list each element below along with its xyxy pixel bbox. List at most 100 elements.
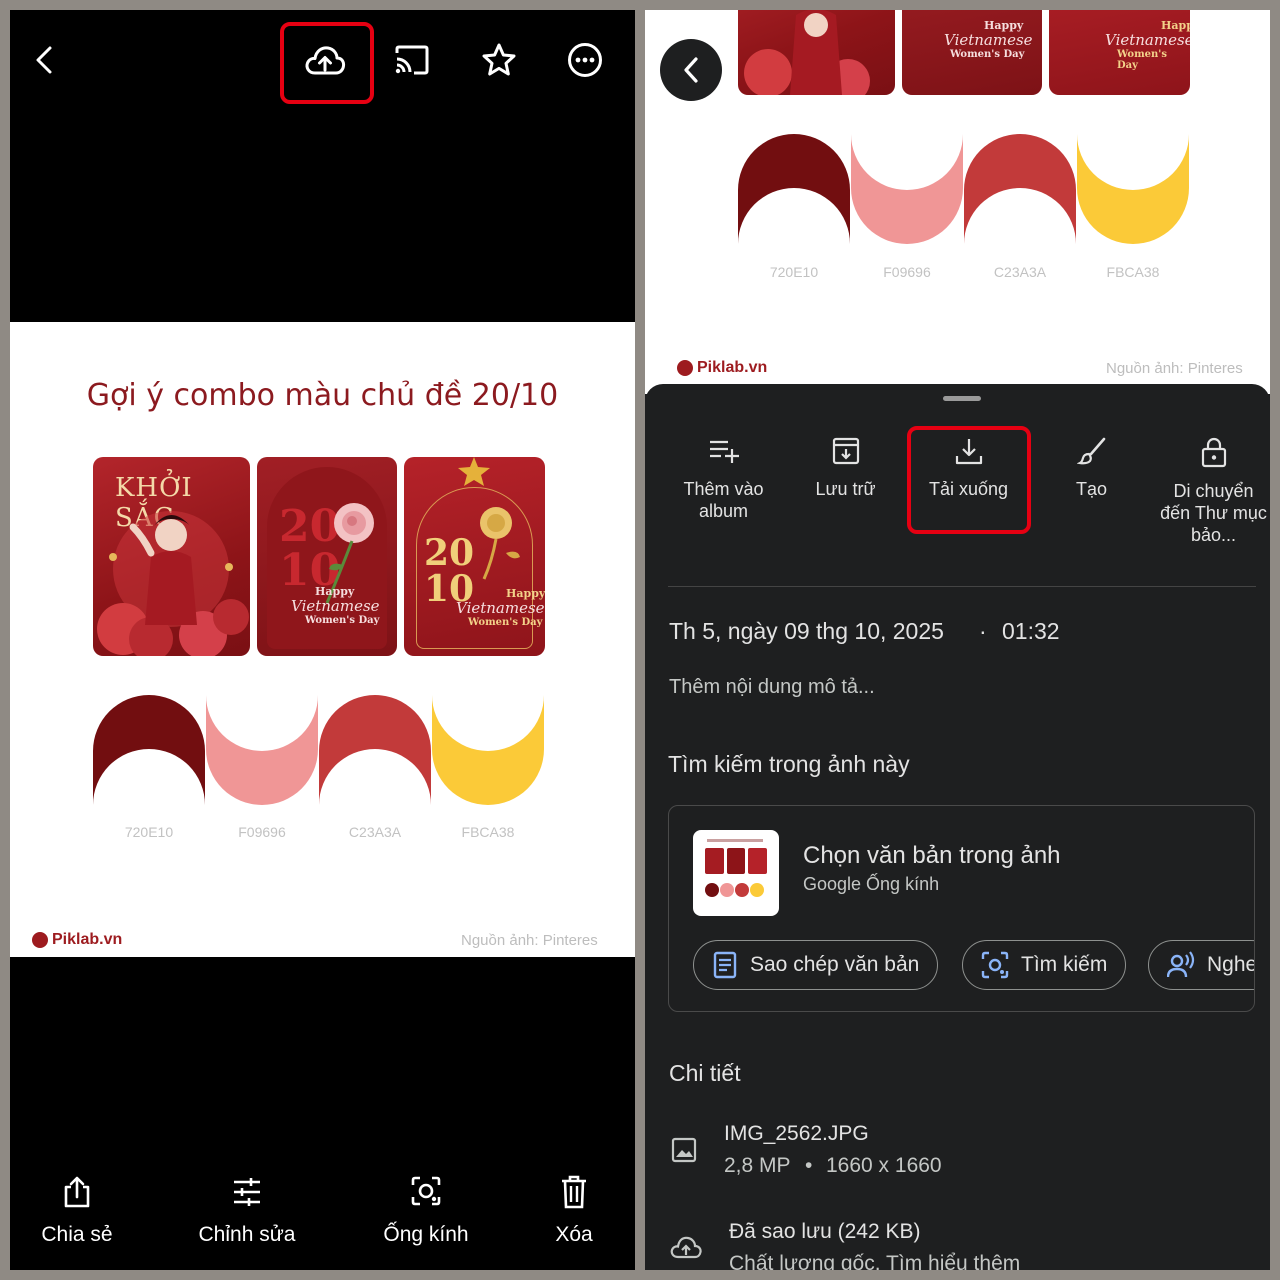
card-2-caption-script: Vietnamese [291, 597, 380, 615]
photo-date: Th 5, ngày 09 thg 10, 2025 [669, 618, 944, 644]
preview-card-3: Happy Vietnamese Women's Day [1049, 10, 1190, 95]
poster-card-2: 20 10 Happy Vietnamese Women's Day [257, 457, 397, 656]
preview-swatch-label-2: F09696 [883, 264, 931, 280]
card-1-artwork [97, 511, 249, 656]
create-label: Tạo [1075, 479, 1108, 499]
swatch-label-2: F09696 [238, 824, 286, 840]
photo-image[interactable]: Gợi ý combo màu chủ đề 20/10 KHỞI SẮC 20… [10, 322, 635, 957]
photo-info-panel: Happy Vietnamese Women's Day Happy Vietn… [645, 10, 1270, 1270]
lens-thumbnail [693, 830, 779, 916]
backup-title: Đã sao lưu (242 KB) [729, 1220, 921, 1243]
backup-subtitle[interactable]: Chất lượng gốc. Tìm hiểu thêm [729, 1252, 1020, 1270]
copy-text-chip[interactable]: Sao chép văn bản [693, 940, 939, 990]
chevron-left-icon [36, 46, 52, 74]
move-to-locked-folder-label: Di chuyển đến Thư mục bảo... [1160, 481, 1267, 545]
file-name: IMG_2562.JPG [724, 1122, 869, 1145]
brush-icon [1076, 437, 1105, 465]
more-button[interactable] [565, 40, 605, 80]
photo-preview[interactable]: Happy Vietnamese Women's Day Happy Vietn… [645, 10, 1270, 394]
file-meta-separator: • [805, 1154, 813, 1177]
preview-brand: Piklab.vn [677, 359, 767, 377]
date-time-separator: · [979, 618, 987, 644]
swatch-1 [93, 695, 205, 805]
archive-label: Lưu trữ [815, 479, 876, 499]
search-heading: Tìm kiếm trong ảnh này [668, 751, 910, 777]
cloud-upload-icon [305, 46, 346, 75]
swatch-label-4: FBCA38 [461, 824, 515, 840]
delete-label: Xóa [555, 1223, 593, 1246]
photo-time: 01:32 [1002, 618, 1060, 644]
download-icon [955, 439, 982, 465]
image-file-icon [671, 1137, 697, 1163]
preview-card-3-caption-bottom: Women's Day [1117, 49, 1167, 71]
lens-button[interactable]: Ống kính [356, 1175, 496, 1247]
description-field[interactable]: Thêm nội dung mô tả... [669, 676, 875, 699]
swatch-2 [206, 695, 318, 805]
cloud-done-icon [670, 1236, 702, 1259]
lens-label: Ống kính [383, 1223, 469, 1246]
photo-viewer-panel: Gợi ý combo màu chủ đề 20/10 KHỞI SẮC 20… [10, 10, 635, 1270]
poster-brand-text: Piklab.vn [52, 931, 123, 948]
swatch-label-3: C23A3A [348, 824, 402, 840]
trash-icon [562, 1175, 586, 1209]
preview-brand-text: Piklab.vn [697, 359, 768, 376]
back-button[interactable] [24, 40, 64, 80]
preview-brand-logo-icon [677, 360, 693, 376]
preview-card-2-caption-bottom: Women's Day [950, 49, 1025, 60]
delete-button[interactable]: Xóa [504, 1175, 635, 1247]
back-button[interactable] [660, 39, 722, 101]
favorite-button[interactable] [479, 40, 519, 80]
preview-card-2: Happy Vietnamese Women's Day [902, 10, 1042, 95]
move-to-locked-folder-button[interactable]: Di chuyển đến Thư mục bảo... [1151, 436, 1270, 546]
more-horizontal-icon [568, 43, 602, 77]
lens-search-label: Tìm kiếm [1021, 953, 1108, 976]
card-3-caption-script: Vietnamese [456, 599, 545, 617]
lens-title: Chọn văn bản trong ảnh [803, 842, 1061, 869]
lock-icon [1201, 437, 1226, 468]
lens-card[interactable]: Chọn văn bản trong ảnh Google Ống kính S… [668, 805, 1255, 1012]
lens-search-chip[interactable]: Tìm kiếm [962, 940, 1127, 990]
details-heading: Chi tiết [669, 1060, 741, 1086]
share-label: Chia sẻ [41, 1223, 113, 1246]
swatch-label-1: 720E10 [124, 824, 174, 840]
copy-text-label: Sao chép văn bản [750, 953, 920, 976]
sliders-icon [234, 1178, 260, 1206]
preview-color-swatches [738, 134, 1189, 244]
preview-swatch-label-1: 720E10 [769, 264, 819, 280]
preview-card-3-caption-script: Vietnamese [1105, 31, 1190, 49]
lens-icon [411, 1176, 441, 1206]
sheet-drag-handle[interactable] [943, 396, 981, 401]
poster-title: Gợi ý combo màu chủ đề 20/10 [86, 378, 559, 413]
download-button[interactable]: Tải xuống [906, 436, 1031, 500]
share-icon [64, 1176, 90, 1208]
preview-swatch-label-4: FBCA38 [1106, 264, 1160, 280]
listen-chip[interactable]: Nghe [1148, 940, 1254, 990]
poster-source: Nguồn ảnh: Pinteres [461, 932, 598, 949]
create-button[interactable]: Tạo [1029, 436, 1154, 500]
archive-button[interactable]: Lưu trữ [783, 436, 908, 500]
color-swatches [93, 695, 544, 805]
preview-source: Nguồn ảnh: Pinteres [1106, 360, 1243, 377]
swatch-3 [319, 695, 431, 805]
preview-swatch-label-3: C23A3A [993, 264, 1047, 280]
lens-thumbnail-image [705, 839, 767, 897]
playlist-add-icon [709, 440, 739, 463]
poster-card-1: KHỞI SẮC [93, 457, 250, 656]
card-3-rose [480, 507, 520, 580]
poster-card-3: 20 10 Happy Vietnamese Women's Day [404, 457, 545, 656]
lens-subtitle: Google Ống kính [803, 874, 940, 894]
star-icon [482, 43, 516, 76]
add-to-album-button[interactable]: Thêm vào album [661, 436, 786, 522]
lens-search-icon [981, 951, 1009, 979]
archive-icon [832, 437, 859, 465]
edit-button[interactable]: Chỉnh sửa [177, 1175, 317, 1247]
add-to-album-label: Thêm vào album [683, 479, 764, 521]
file-dimensions: 1660 x 1660 [826, 1154, 942, 1177]
card-2-caption-bottom: Women's Day [305, 615, 380, 626]
cast-button[interactable] [392, 42, 432, 78]
upload-button[interactable] [302, 40, 348, 80]
download-label: Tải xuống [928, 479, 1009, 499]
share-button[interactable]: Chia sẻ [10, 1175, 147, 1247]
poster-brand: Piklab.vn [32, 931, 122, 949]
preview-card-2-caption-script: Vietnamese [944, 31, 1033, 49]
